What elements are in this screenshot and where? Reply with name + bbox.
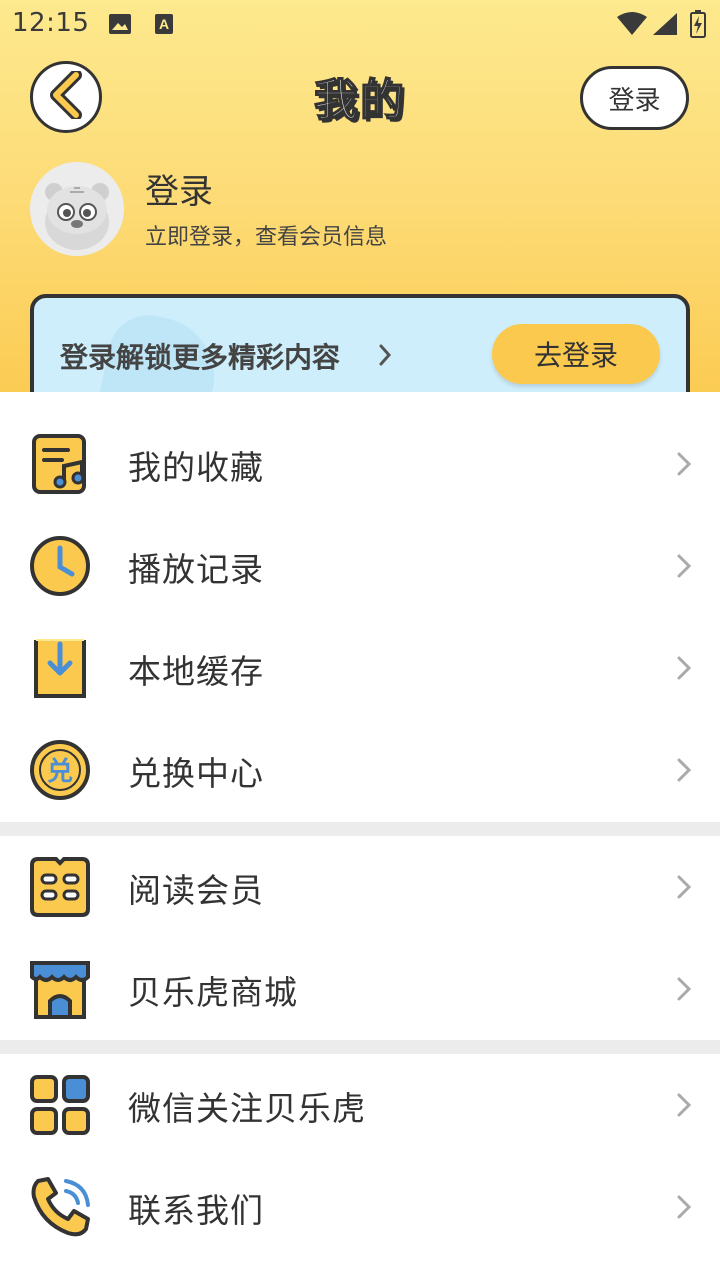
menu-item-favorites[interactable]: 我的收藏 [0,413,720,515]
wifi-icon [616,12,648,43]
menu-item-redeem[interactable]: 兑 兑换中心 [0,719,720,821]
section-divider [0,822,720,836]
svg-text:A: A [159,16,169,32]
menu-item-wechat[interactable]: 微信关注贝乐虎 [0,1054,720,1156]
chevron-right-icon [676,757,692,787]
chevron-right-icon [676,874,692,904]
download-icon [28,636,92,700]
menu-item-mall[interactable]: 贝乐虎商城 [0,938,720,1040]
user-subtitle: 立即登录，查看会员信息 [145,225,388,250]
grid-icon [28,1073,92,1137]
status-time: 12:15 [12,8,90,38]
user-name[interactable]: 登录 [145,164,213,213]
menu-label-favorites: 我的收藏 [128,448,264,487]
chevron-right-icon [676,1194,692,1224]
a-notification-icon: A [154,12,174,42]
status-bar: 12:15 A [0,0,720,48]
avatar[interactable] [30,162,124,256]
banner-text: 登录解锁更多精彩内容 [60,341,341,374]
svg-text:兑: 兑 [47,757,73,787]
chevron-right-icon [676,655,692,685]
go-login-button[interactable]: 去登录 [492,324,660,384]
redeem-icon: 兑 [28,738,92,802]
chevron-right-icon [378,344,392,370]
header-login-button[interactable]: 登录 [580,66,689,130]
book-icon [28,855,92,919]
menu-label-contact: 联系我们 [128,1191,264,1230]
menu-label-wechat: 微信关注贝乐虎 [128,1089,366,1128]
menu-item-cache[interactable]: 本地缓存 [0,617,720,719]
menu-label-history: 播放记录 [128,550,264,589]
chevron-right-icon [676,976,692,1006]
menu-label-mall: 贝乐虎商城 [128,973,298,1012]
store-icon [28,957,92,1021]
menu-label-reading: 阅读会员 [128,871,264,910]
menu-item-history[interactable]: 播放记录 [0,515,720,617]
chevron-right-icon [676,1092,692,1122]
clock-icon [28,534,92,598]
chevron-right-icon [676,553,692,583]
menu-label-redeem: 兑换中心 [128,754,264,793]
battery-icon [690,10,706,45]
menu-item-reading[interactable]: 阅读会员 [0,836,720,938]
image-icon [108,12,132,42]
menu-item-contact[interactable]: 联系我们 [0,1156,720,1258]
phone-icon [28,1175,92,1239]
tiger-avatar-icon [30,162,124,256]
signal-icon [652,12,678,43]
menu-label-cache: 本地缓存 [128,652,264,691]
section-divider [0,1040,720,1054]
chevron-right-icon [676,451,692,481]
music-note-icon [28,432,92,496]
